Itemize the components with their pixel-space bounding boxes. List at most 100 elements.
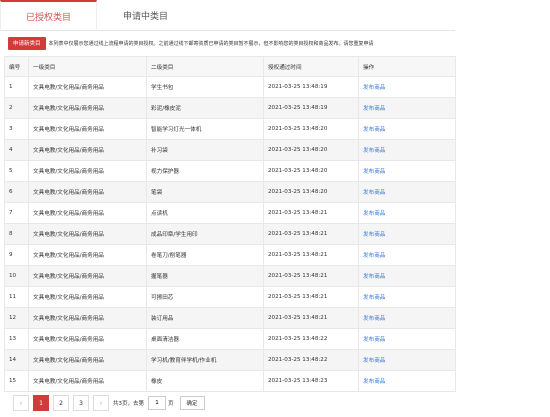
cell-operation: 发布商品 xyxy=(358,370,456,392)
table-row: 7 文具电教/文化用品/商务用品 点读机 2021-03-25 13:48:21 发布商… xyxy=(4,202,456,224)
cell-approved-time: 2021-03-25 13:48:22 xyxy=(263,349,359,371)
cell-approved-time: 2021-03-25 13:48:21 xyxy=(263,307,359,329)
publish-product-link[interactable]: 发布商品 xyxy=(363,148,385,154)
cell-approved-time: 2021-03-25 13:48:21 xyxy=(263,223,359,245)
publish-product-link[interactable]: 发布商品 xyxy=(363,190,385,196)
publish-product-link[interactable]: 发布商品 xyxy=(363,316,385,322)
cell-operation: 发布商品 xyxy=(358,328,456,350)
publish-product-link[interactable]: 发布商品 xyxy=(363,211,385,217)
publish-product-link[interactable]: 发布商品 xyxy=(363,358,385,364)
cell-level2-category: 笔袋 xyxy=(146,181,264,203)
header-operation: 操作 xyxy=(358,56,456,77)
next-page-button[interactable]: › xyxy=(93,395,109,411)
cell-level1-category: 文具电教/文化用品/商务用品 xyxy=(28,202,147,224)
page-unit-text: 页 xyxy=(168,401,174,407)
cell-level2-category: 学生书包 xyxy=(146,76,264,98)
cell-operation: 发布商品 xyxy=(358,244,456,266)
table-row: 12 文具电教/文化用品/商务用品 装订用品 2021-03-25 13:48:21 发… xyxy=(4,307,456,329)
cell-number: 7 xyxy=(4,202,29,224)
table-row: 1 文具电教/文化用品/商务用品 学生书包 2021-03-25 13:48:19 发布… xyxy=(4,76,456,98)
cell-approved-time: 2021-03-25 13:48:21 xyxy=(263,286,359,308)
cell-level2-category: 卷笔刀/削笔器 xyxy=(146,244,264,266)
cell-number: 12 xyxy=(4,307,29,329)
cell-number: 13 xyxy=(4,328,29,350)
total-pages-text: 共3页，去第 xyxy=(113,401,144,407)
cell-number: 8 xyxy=(4,223,29,245)
table-row: 2 文具电教/文化用品/商务用品 彩泥/橡皮泥 2021-03-25 13:48:19… xyxy=(4,97,456,119)
cell-approved-time: 2021-03-25 13:48:20 xyxy=(263,118,359,140)
category-table: 编号 一级类目 二级类目 授权通过时间 操作 1 文具电教/文化用品/商务用品 学生… xyxy=(4,56,456,392)
page-button-3[interactable]: 3 xyxy=(73,395,89,411)
cell-level2-category: 智能学习灯光一体机 xyxy=(146,118,264,140)
cell-number: 14 xyxy=(4,349,29,371)
cell-number: 4 xyxy=(4,139,29,161)
page-button-2[interactable]: 2 xyxy=(53,395,69,411)
cell-level1-category: 文具电教/文化用品/商务用品 xyxy=(28,223,147,245)
cell-operation: 发布商品 xyxy=(358,76,456,98)
cell-level2-category: 握笔器 xyxy=(146,265,264,287)
publish-product-link[interactable]: 发布商品 xyxy=(363,379,385,385)
cell-level1-category: 文具电教/文化用品/商务用品 xyxy=(28,118,147,140)
cell-level1-category: 文具电教/文化用品/商务用品 xyxy=(28,181,147,203)
cell-level1-category: 文具电教/文化用品/商务用品 xyxy=(28,139,147,161)
goto-page-input[interactable] xyxy=(148,396,166,410)
cell-operation: 发布商品 xyxy=(358,118,456,140)
apply-new-category-button[interactable]: 申请新类目 xyxy=(8,36,46,50)
notice-bar: 申请新类目 本列表中仅展示您通过线上流程申请的类目授权。之前通过线下邮寄资质已申… xyxy=(8,36,455,50)
table-row: 5 文具电教/文化用品/商务用品 视力保护器 2021-03-25 13:48:20 发… xyxy=(4,160,456,182)
cell-operation: 发布商品 xyxy=(358,307,456,329)
cell-approved-time: 2021-03-25 13:48:20 xyxy=(263,181,359,203)
cell-level1-category: 文具电教/文化用品/商务用品 xyxy=(28,307,147,329)
cell-operation: 发布商品 xyxy=(358,160,456,182)
cell-approved-time: 2021-03-25 13:48:20 xyxy=(263,139,359,161)
cell-level1-category: 文具电教/文化用品/商务用品 xyxy=(28,349,147,371)
table-row: 9 文具电教/文化用品/商务用品 卷笔刀/削笔器 2021-03-25 13:48:2… xyxy=(4,244,456,266)
publish-product-link[interactable]: 发布商品 xyxy=(363,274,385,280)
prev-page-button[interactable]: ‹ xyxy=(13,395,29,411)
cell-approved-time: 2021-03-25 13:48:21 xyxy=(263,202,359,224)
table-row: 8 文具电教/文化用品/商务用品 成品印章/学生用印 2021-03-25 13:48… xyxy=(4,223,456,245)
cell-number: 6 xyxy=(4,181,29,203)
cell-approved-time: 2021-03-25 13:48:19 xyxy=(263,76,359,98)
cell-level1-category: 文具电教/文化用品/商务用品 xyxy=(28,370,147,392)
table-row: 14 文具电教/文化用品/商务用品 学习机/教育伴学机/作业机 2021-03-25 … xyxy=(4,349,456,371)
tab-applying[interactable]: 申请中类目 xyxy=(97,0,194,30)
tab-authorized[interactable]: 已授权类目 xyxy=(0,0,97,31)
header-level2-category: 二级类目 xyxy=(146,56,264,77)
pagination: ‹ 1 2 3 › 共3页，去第 页 确定 xyxy=(13,395,205,411)
cell-level1-category: 文具电教/文化用品/商务用品 xyxy=(28,97,147,119)
cell-level1-category: 文具电教/文化用品/商务用品 xyxy=(28,76,147,98)
cell-operation: 发布商品 xyxy=(358,349,456,371)
cell-level2-category: 补习袋 xyxy=(146,139,264,161)
cell-operation: 发布商品 xyxy=(358,139,456,161)
cell-approved-time: 2021-03-25 13:48:23 xyxy=(263,370,359,392)
cell-level2-category: 可擦田芯 xyxy=(146,286,264,308)
publish-product-link[interactable]: 发布商品 xyxy=(363,295,385,301)
publish-product-link[interactable]: 发布商品 xyxy=(363,232,385,238)
cell-operation: 发布商品 xyxy=(358,223,456,245)
cell-level2-category: 桌面清洁器 xyxy=(146,328,264,350)
cell-level1-category: 文具电教/文化用品/商务用品 xyxy=(28,328,147,350)
table-row: 3 文具电教/文化用品/商务用品 智能学习灯光一体机 2021-03-25 13:48… xyxy=(4,118,456,140)
cell-approved-time: 2021-03-25 13:48:22 xyxy=(263,328,359,350)
cell-number: 11 xyxy=(4,286,29,308)
table-row: 4 文具电教/文化用品/商务用品 补习袋 2021-03-25 13:48:20 发布商… xyxy=(4,139,456,161)
publish-product-link[interactable]: 发布商品 xyxy=(363,253,385,259)
publish-product-link[interactable]: 发布商品 xyxy=(363,106,385,112)
publish-product-link[interactable]: 发布商品 xyxy=(363,169,385,175)
table-row: 11 文具电教/文化用品/商务用品 可擦田芯 2021-03-25 13:48:21 发… xyxy=(4,286,456,308)
cell-operation: 发布商品 xyxy=(358,181,456,203)
goto-confirm-button[interactable]: 确定 xyxy=(179,396,205,410)
publish-product-link[interactable]: 发布商品 xyxy=(363,127,385,133)
table-header-row: 编号 一级类目 二级类目 授权通过时间 操作 xyxy=(4,56,456,77)
cell-level2-category: 视力保护器 xyxy=(146,160,264,182)
cell-operation: 发布商品 xyxy=(358,265,456,287)
header-level1-category: 一级类目 xyxy=(28,56,147,77)
publish-product-link[interactable]: 发布商品 xyxy=(363,337,385,343)
cell-level1-category: 文具电教/文化用品/商务用品 xyxy=(28,160,147,182)
cell-number: 1 xyxy=(4,76,29,98)
cell-level2-category: 彩泥/橡皮泥 xyxy=(146,97,264,119)
cell-operation: 发布商品 xyxy=(358,97,456,119)
page-button-1[interactable]: 1 xyxy=(33,395,49,411)
publish-product-link[interactable]: 发布商品 xyxy=(363,85,385,91)
